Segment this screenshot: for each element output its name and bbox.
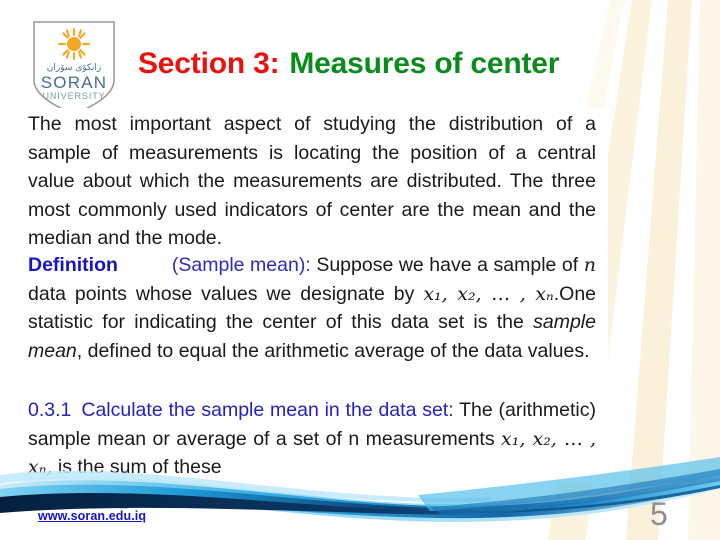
slide-canvas: زانكۆى سۆران SORAN UNIVERSITY Section 3:…: [0, 0, 720, 540]
logo-wordmark-university: UNIVERSITY: [42, 91, 105, 101]
paragraph-intro: The most important aspect of studying th…: [28, 110, 596, 253]
soran-university-logo: زانكۆى سۆران SORAN UNIVERSITY: [26, 18, 122, 118]
definition-text-a: Suppose we have a sample of: [316, 254, 579, 276]
definition-var-n: n: [583, 254, 596, 276]
page-number: 5: [650, 496, 668, 532]
title-subject: Measures of center: [289, 47, 560, 80]
calculate-heading: Calculate the sample mean in the data se…: [81, 399, 454, 421]
paragraph-calculate: 0.3.1 Calculate the sample mean in the da…: [28, 396, 596, 482]
title-section-label: Section 3:: [138, 47, 280, 80]
calculate-number: 0.3.1: [28, 399, 72, 421]
definition-variable-list: x₁, x₂, … , xₙ: [423, 282, 554, 305]
calculate-text-b: is the sum of these: [57, 456, 222, 478]
logo-wordmark-soran: SORAN: [41, 73, 107, 92]
sun-icon: [57, 27, 91, 61]
logo-kurdish-text: زانكۆى سۆران: [47, 63, 102, 73]
definition-term: (Sample mean):: [171, 254, 311, 276]
page-title: Section 3: Measures of center: [138, 47, 559, 81]
footer-website-link[interactable]: www.soran.edu.iq: [38, 509, 146, 523]
definition-label: Definition: [28, 254, 118, 276]
paragraph-definition: Definition (Sample mean): Suppose we have…: [28, 251, 596, 365]
content-panel: The most important aspect of studying th…: [14, 108, 608, 482]
definition-text-b: data points whose values we designate by: [28, 282, 415, 305]
definition-text-d: , defined to equal the arithmetic averag…: [76, 339, 590, 362]
intro-line-1: The most important aspect of studying th…: [28, 113, 544, 135]
